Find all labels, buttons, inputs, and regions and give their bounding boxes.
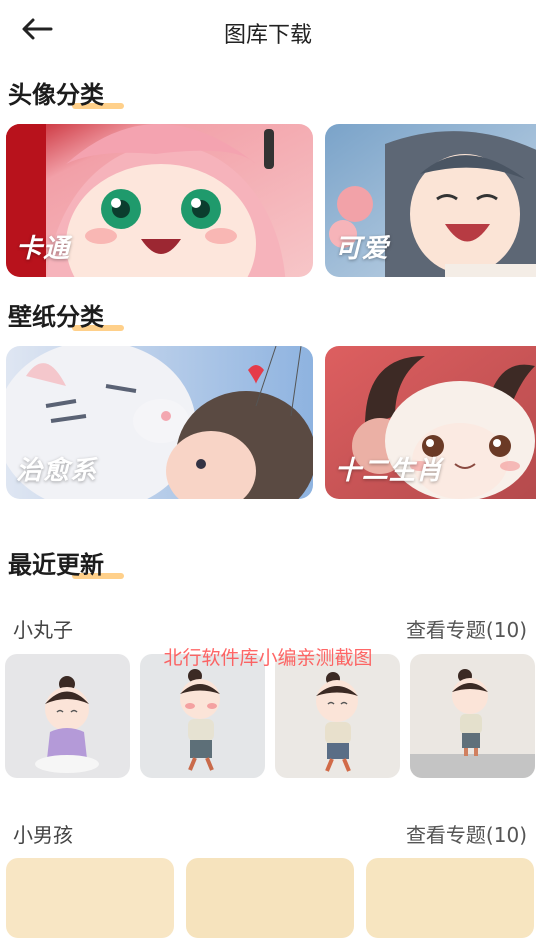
recent-section-title-text: 最近更新 <box>8 551 104 579</box>
topic-name: 小丸子 <box>13 618 73 642</box>
topic-header-little-boy: 小男孩 查看专题(10) <box>0 817 536 847</box>
avatar-section-title: 头像分类 <box>8 75 124 110</box>
avatar-section-title-text: 头像分类 <box>8 81 104 109</box>
girl-standing-image <box>410 654 535 778</box>
thumbnail-image[interactable] <box>275 654 400 778</box>
topic-header-xiaowanzi: 小丸子 查看专题(10) <box>0 612 536 642</box>
card-label: 卡通 <box>16 234 71 264</box>
topic-name: 小男孩 <box>13 823 73 847</box>
thumbnail-image[interactable] <box>410 654 535 778</box>
wallpaper-section-title-text: 壁纸分类 <box>8 303 104 331</box>
recent-section-title: 最近更新 <box>8 545 124 580</box>
category-card-zodiac[interactable]: 十二生肖 <box>325 346 536 499</box>
view-topic-link[interactable]: 查看专题(10) <box>406 819 527 848</box>
category-card-cartoon[interactable]: 卡通 <box>6 124 313 277</box>
card-label: 可爱 <box>335 234 390 264</box>
category-card-healing[interactable]: 治愈系 <box>6 346 313 499</box>
wallpaper-section-title: 壁纸分类 <box>8 297 124 332</box>
card-label: 治愈系 <box>16 456 98 486</box>
top-bar: 图库下载 <box>0 0 536 62</box>
thumbnail-image[interactable] <box>186 858 354 938</box>
page-title: 图库下载 <box>223 23 312 48</box>
thumbnail-image[interactable] <box>366 858 534 938</box>
girl-smiling-image <box>275 654 400 778</box>
thumbnail-image[interactable] <box>5 654 130 778</box>
category-card-cute[interactable]: 可爱 <box>325 124 536 277</box>
card-label: 十二生肖 <box>335 456 444 486</box>
girl-meditating-image <box>5 654 130 778</box>
view-topic-link[interactable]: 查看专题(10) <box>406 614 527 643</box>
thumbnail-image[interactable] <box>140 654 265 778</box>
thumbnail-image[interactable] <box>6 858 174 938</box>
girl-walking-image <box>140 654 265 778</box>
